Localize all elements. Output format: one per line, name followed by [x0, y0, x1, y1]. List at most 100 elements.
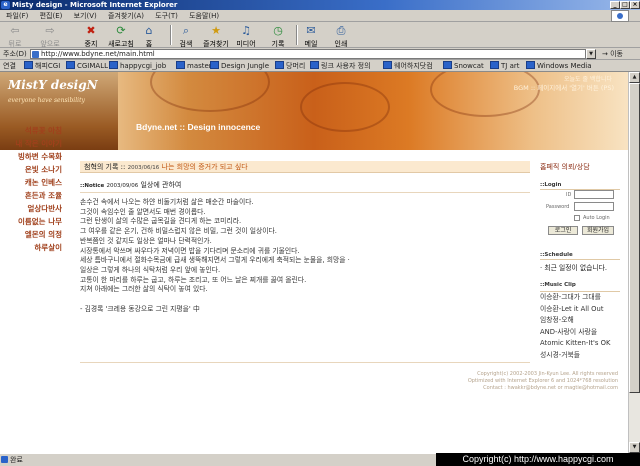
join-button[interactable]: 회원가입: [582, 226, 614, 235]
side-menu-item[interactable]: 내 작은 이야기: [0, 137, 66, 150]
music-item[interactable]: 임창정-오해: [540, 315, 620, 327]
back-arrow-icon: ⇦: [10, 24, 20, 37]
music-item[interactable]: AND-사랑이 사랑을: [540, 327, 620, 339]
notice-tag: ::Notice: [80, 183, 105, 189]
forward-label: 앞으로: [40, 40, 60, 48]
post-line: 세상 틈바구니에서 절화수목금에 급새 생뚝해지면서 그렇게 우리에게 축적되는…: [80, 256, 350, 265]
post-line: 지쳐 아래에는 그러한 삶의 식탁이 놓여 있다.: [80, 285, 208, 294]
notice-heading: ::Notice 2003/09/06 일상에 관하여: [80, 180, 181, 190]
menu-help[interactable]: 도움말(H): [189, 12, 219, 20]
scroll-up-icon[interactable]: ▲: [629, 72, 640, 83]
stop-icon: ✖: [86, 24, 96, 37]
link-item[interactable]: 웨어하지닷컴: [383, 60, 433, 71]
post-line: 그 여우를 같은 온기, 건하 비밀스럽지 않은 비밀, 그런 것이 일상이다.: [80, 227, 277, 236]
media-button[interactable]: ♫ 미디어: [234, 24, 258, 49]
menu-favorites[interactable]: 즐겨찾기(A): [108, 12, 144, 20]
link-item[interactable]: CGIMALL: [66, 60, 108, 71]
address-input[interactable]: http://www.bdyne.net/main.html: [30, 49, 586, 59]
link-item[interactable]: 당머리: [275, 60, 305, 71]
link-item[interactable]: master: [176, 60, 212, 71]
id-input[interactable]: [574, 190, 614, 199]
favorites-button[interactable]: ★ 즐겨찾기: [200, 24, 232, 49]
music-item[interactable]: 이승환-Let it All Out: [540, 304, 620, 316]
media-icon: ♫: [241, 24, 251, 37]
mail-button[interactable]: ✉ 메일: [302, 24, 320, 49]
scroll-thumb[interactable]: [629, 83, 640, 393]
mail-label: 메일: [304, 40, 318, 48]
side-menu-item[interactable]: 흔든과 조율: [0, 189, 66, 202]
login-tag: ::Login: [540, 182, 562, 188]
menu-file[interactable]: 파일(F): [6, 12, 28, 20]
close-button[interactable]: ×: [630, 1, 640, 9]
menu-edit[interactable]: 편집(E): [40, 12, 63, 20]
banner-swirl: [150, 72, 270, 112]
menu-view[interactable]: 보기(V): [74, 12, 97, 20]
back-label: 뒤로: [8, 40, 22, 48]
side-menu-item[interactable]: 얼상다반사: [0, 202, 66, 215]
side-menu-item[interactable]: 빙하변 수목화: [0, 150, 66, 163]
side-menu: 석류꽃 아침 내 작은 이야기 빙하변 수목화 온빛 소나기 캐논 인베스 흔든…: [0, 124, 66, 254]
ie-icon: e: [1, 1, 10, 9]
music-item[interactable]: Atomic Kitten-It's OK: [540, 338, 620, 350]
address-bar: 주소(D) http://www.bdyne.net/main.html ▼ →…: [0, 48, 640, 60]
notice-title[interactable]: 일상에 관하여: [140, 181, 181, 189]
go-label: 이동: [610, 50, 623, 58]
print-label: 인쇄: [334, 40, 348, 48]
link-item[interactable]: Windows Media: [526, 60, 592, 71]
window-title-bar: e Misty design - Microsoft Internet Expl…: [0, 0, 640, 10]
consult-link[interactable]: 홈페직 의뢰/상담: [540, 162, 620, 173]
stop-button[interactable]: ✖ 중지: [80, 24, 102, 49]
side-menu-item[interactable]: 온빛 소나기: [0, 163, 66, 176]
forward-button[interactable]: ⇨ 앞으로: [34, 24, 66, 49]
link-item[interactable]: Design Jungle: [210, 60, 269, 71]
divider: [80, 192, 530, 193]
links-label: 연결: [3, 62, 16, 70]
minimize-button[interactable]: _: [610, 1, 620, 9]
search-button[interactable]: ⌕ 검색: [176, 24, 196, 49]
logo-title: MistY desigN: [8, 78, 98, 92]
side-menu-item[interactable]: 캐논 인베스: [0, 176, 66, 189]
id-label: ID: [566, 192, 572, 198]
back-button[interactable]: ⇦ 뒤로: [4, 24, 26, 49]
address-url: http://www.bdyne.net/main.html: [41, 50, 155, 58]
side-menu-item[interactable]: 엘몬의 의정: [0, 228, 66, 241]
refresh-button[interactable]: ⟳ 새로고침: [106, 24, 136, 49]
link-item[interactable]: 해피CGI: [24, 60, 60, 71]
scroll-down-icon[interactable]: ▼: [629, 442, 640, 453]
post-line: 고통이 한 마리를 하루는 굽고, 하루는 조리고, 또 어느 날은 찌개를 끓…: [80, 275, 307, 284]
maximize-button[interactable]: □: [620, 1, 630, 9]
side-menu-item[interactable]: 하루살이: [0, 241, 66, 254]
music-item[interactable]: 성시경-거북들: [540, 350, 620, 362]
bgm-text: BGM :: 페이지에서 '열기' 버튼 (PS): [513, 84, 614, 92]
latest-record-bar: 첨혁의 기록 :: 2003/06/16 나는 희망의 증거가 되고 싶다: [80, 161, 530, 173]
menu-tools[interactable]: 도구(T): [155, 12, 178, 20]
search-icon: ⌕: [182, 24, 190, 37]
search-label: 검색: [179, 40, 193, 48]
post-line: 일상은 그렇게 하나의 식탁처럼 우리 앞에 놓인다.: [80, 265, 221, 274]
music-item[interactable]: 이승환-그대가 그대를: [540, 292, 620, 304]
page-viewport: MistY desigN everyone have sensibility 오…: [0, 72, 628, 453]
favorites-star-icon: ★: [211, 24, 221, 37]
link-item[interactable]: happycgi_job: [109, 60, 166, 71]
login-button[interactable]: 로그인: [548, 226, 578, 235]
go-button[interactable]: → 이동: [602, 48, 623, 60]
history-button[interactable]: ◷ 기록: [268, 24, 288, 49]
post-line: [80, 295, 350, 305]
vertical-scrollbar[interactable]: ▲ ▼: [628, 72, 640, 453]
record-title-link[interactable]: 나는 희망의 증거가 되고 싶다: [162, 163, 248, 171]
print-button[interactable]: ⎙ 인쇄: [332, 24, 350, 49]
divider: [80, 362, 530, 363]
address-dropdown-icon[interactable]: ▼: [586, 49, 596, 59]
auto-login-checkbox[interactable]: [574, 215, 580, 221]
music-tag: ::Music Clip: [540, 282, 576, 288]
favorites-label: 즐겨찾기: [203, 40, 229, 48]
side-menu-item[interactable]: 석류꽃 아침: [0, 124, 66, 137]
link-item[interactable]: 링크 사용자 정의: [310, 60, 371, 71]
post-line: 그런 탄생이 삶의 수많은 굽목길을 견디게 하는 코미리라.: [80, 217, 242, 226]
link-item[interactable]: Snowcat: [443, 60, 484, 71]
password-input[interactable]: [574, 202, 614, 211]
side-menu-item[interactable]: 이름없는 나무: [0, 215, 66, 228]
post-line: 손수건 속에서 나오는 하얀 비둘기처럼 삶은 매순간 마술이다.: [80, 198, 254, 206]
home-button[interactable]: ⌂ 홈: [140, 24, 158, 49]
link-item[interactable]: TJ art: [490, 60, 519, 71]
